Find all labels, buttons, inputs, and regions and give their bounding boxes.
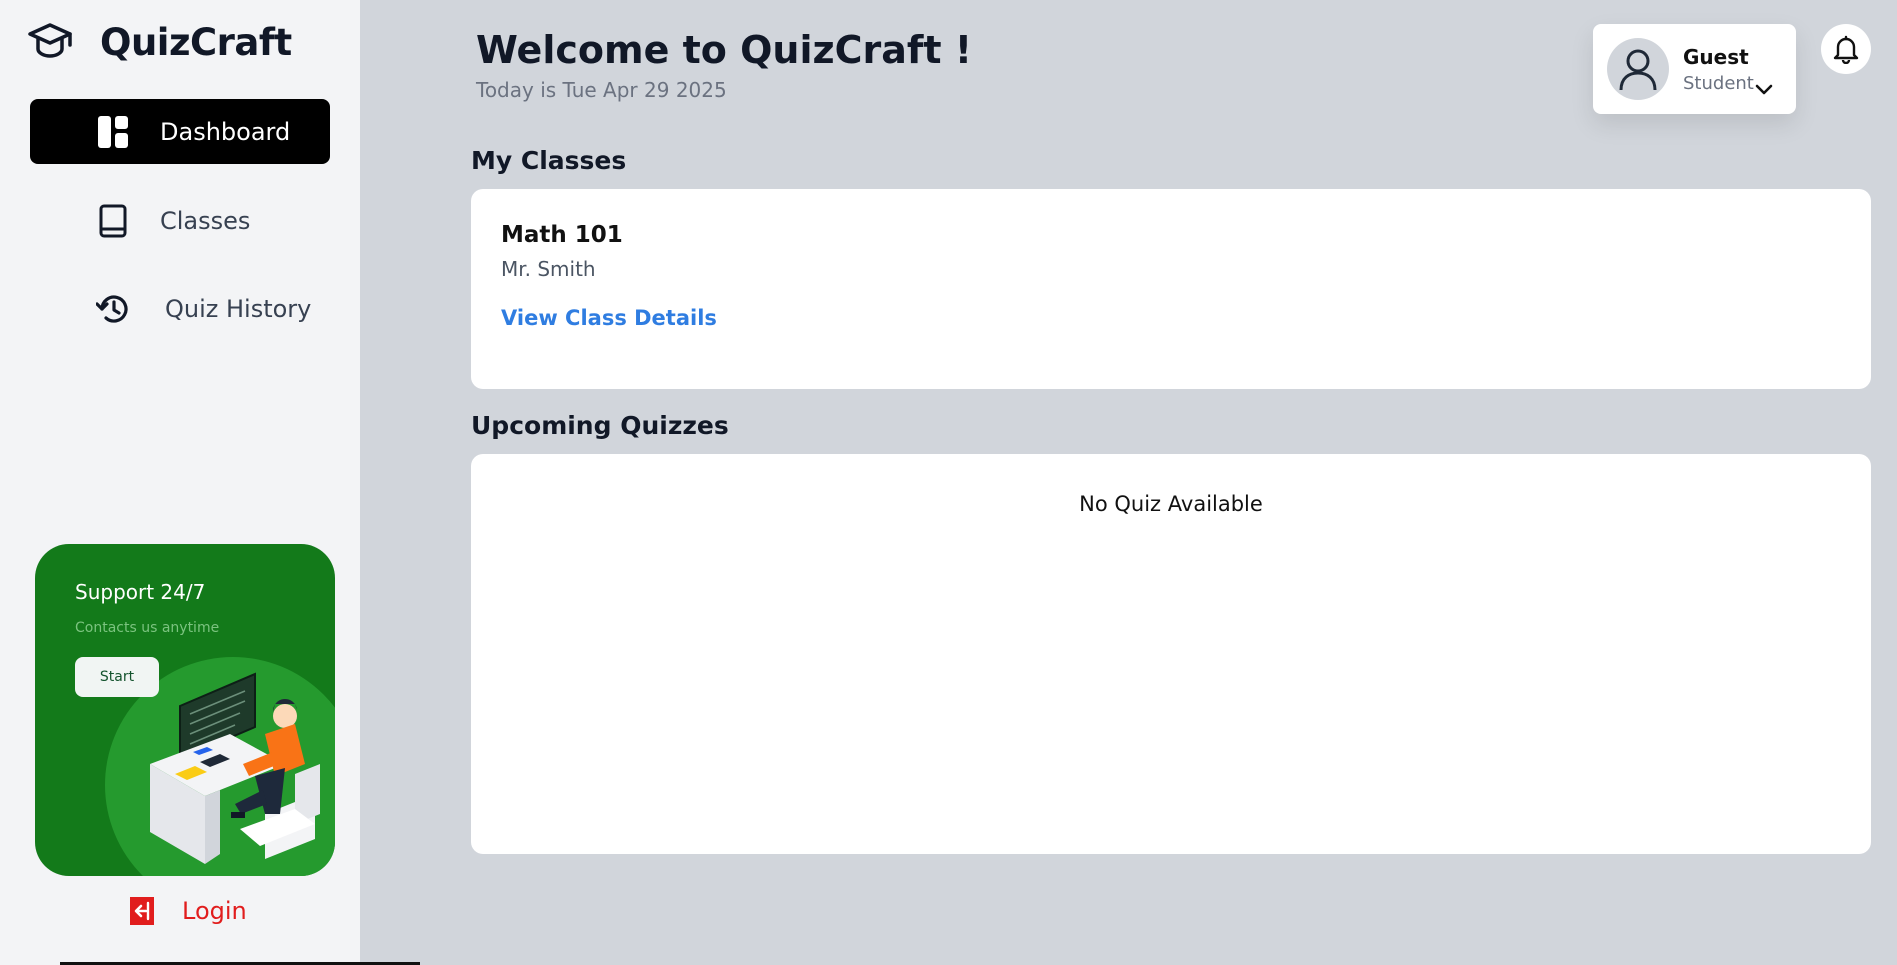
- brand[interactable]: QuizCraft: [26, 18, 292, 66]
- class-card: Math 101 Mr. Smith View Class Details: [471, 189, 1871, 389]
- upcoming-quizzes-heading: Upcoming Quizzes: [471, 411, 729, 440]
- user-menu[interactable]: Guest Student: [1593, 24, 1796, 114]
- chevron-down-icon[interactable]: [1755, 82, 1773, 96]
- support-title: Support 24/7: [75, 580, 206, 604]
- sidebar-item-label: Classes: [160, 206, 251, 235]
- student-desk-illustration: [150, 672, 320, 864]
- quiz-list-panel: No Quiz Available: [471, 454, 1871, 854]
- user-role: Student: [1683, 73, 1754, 94]
- sidebar-item-dashboard[interactable]: Dashboard: [30, 99, 330, 164]
- graduation-cap-icon: [28, 23, 72, 58]
- class-name: Math 101: [501, 222, 623, 248]
- support-card: Support 24/7 Contacts us anytime Start: [35, 544, 335, 876]
- history-icon: [96, 292, 130, 326]
- brand-name: QuizCraft: [100, 20, 292, 64]
- dashboard-icon: [96, 115, 130, 149]
- date-label: Today is Tue Apr 29 2025: [476, 78, 727, 102]
- support-subtitle: Contacts us anytime: [75, 620, 220, 636]
- logout-icon: [130, 897, 154, 925]
- bell-icon: [1833, 35, 1859, 64]
- sidebar-item-quiz-history[interactable]: Quiz History: [30, 276, 330, 341]
- page-title: Welcome to QuizCraft !: [476, 28, 973, 72]
- user-name: Guest: [1683, 45, 1749, 69]
- my-classes-heading: My Classes: [471, 146, 627, 175]
- sidebar: QuizCraft Dashboard Classes Quiz History…: [0, 0, 360, 965]
- class-teacher: Mr. Smith: [501, 257, 596, 281]
- sidebar-item-label: Dashboard: [160, 117, 291, 146]
- notifications-button[interactable]: [1821, 24, 1871, 74]
- avatar: [1607, 38, 1669, 100]
- view-class-details-link[interactable]: View Class Details: [501, 306, 717, 330]
- login-label: Login: [182, 897, 247, 925]
- sidebar-item-label: Quiz History: [165, 294, 312, 323]
- user-icon: [1619, 49, 1657, 91]
- login-button[interactable]: Login: [130, 897, 247, 925]
- book-icon: [96, 204, 130, 238]
- sidebar-item-classes[interactable]: Classes: [30, 188, 330, 253]
- empty-state-text: No Quiz Available: [1079, 492, 1263, 516]
